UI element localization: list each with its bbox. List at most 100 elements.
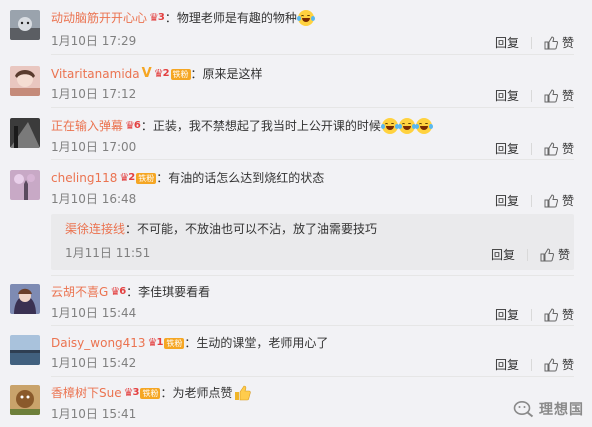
username-link[interactable]: 动动脑筋开开心心 <box>51 10 147 26</box>
like-label: 赞 <box>561 36 574 50</box>
sub-reply-text: ：不可能，不放油也可以不沾，放了油需要技巧 <box>125 222 378 236</box>
like-button[interactable]: 赞 <box>544 192 574 209</box>
vip-badge-icon[interactable]: ♛ 3 <box>149 10 165 26</box>
sub-reply-time: 1月11日 11:51 <box>65 246 151 260</box>
vip-badge-icon[interactable]: ♛ 6 <box>125 118 141 134</box>
username-link[interactable]: Daisy_wong413 <box>51 335 146 351</box>
reply-button[interactable]: 回复 <box>495 194 532 207</box>
thumbs-up-icon <box>540 247 554 261</box>
comment-text: ：有油的话怎么达到烧红的状态 <box>156 171 325 185</box>
avatar[interactable] <box>10 170 40 200</box>
reply-button[interactable]: 回复 <box>495 142 532 155</box>
fan-badge: 铁粉 <box>164 337 185 349</box>
vip-badge-icon[interactable]: ♛ 2 <box>119 170 135 186</box>
thumbs-up-icon <box>544 357 558 371</box>
comment-line: 动动脑筋开开心心 ♛ 3 ：物理老师是有趣的物种 <box>51 10 315 26</box>
comment-actions: 回复 赞 <box>495 34 574 51</box>
like-button[interactable]: 赞 <box>544 306 574 323</box>
thumbs-up-icon <box>544 88 558 102</box>
divider <box>51 107 574 108</box>
divider <box>51 325 574 326</box>
fan-badge: 铁粉 <box>170 68 191 80</box>
comment-text: ：正装，我不禁想起了我当时上公开课的时候 <box>140 119 381 133</box>
username-link[interactable]: cheling118 <box>51 170 117 186</box>
comment-actions: 回复 赞 <box>495 87 574 104</box>
laugh-cry-emoji-icon <box>414 118 433 134</box>
thumbs-up-emoji-icon <box>235 385 252 401</box>
vip-badge-icon[interactable]: ♛ 1 <box>148 335 164 351</box>
like-button[interactable]: 赞 <box>544 140 574 157</box>
comment-line: 正在输入弹幕 ♛ 6 ：正装，我不禁想起了我当时上公开课的时候 <box>51 118 433 134</box>
comment-line: 香樟树下Sue ♛ 3 铁粉 ：为老师点赞 <box>51 385 252 401</box>
like-label: 赞 <box>561 358 574 372</box>
like-label: 赞 <box>561 194 574 208</box>
thumbs-up-icon <box>544 193 558 207</box>
avatar[interactable] <box>10 118 40 148</box>
comment-text: ：物理老师是有趣的物种 <box>164 11 297 25</box>
avatar[interactable] <box>10 10 40 40</box>
vip-badge-icon[interactable]: ♛ 3 <box>124 385 140 401</box>
vip-badge-icon[interactable]: ♛ 6 <box>110 284 126 300</box>
divider <box>51 54 574 55</box>
laugh-cry-emoji-icon <box>380 118 399 134</box>
thumbs-up-icon <box>544 141 558 155</box>
username-link[interactable]: 正在输入弹幕 <box>51 118 123 134</box>
comment-line: Vitaritanamida V ♛ 2 铁粉 ：原来是这样 <box>51 66 263 82</box>
like-label: 赞 <box>561 89 574 103</box>
comment-actions: 回复 赞 <box>495 140 574 157</box>
username-link[interactable]: 云胡不喜G <box>51 284 108 300</box>
sub-reply-box: 渠徐连接线 ：不可能，不放油也可以不沾，放了油需要技巧 1月11日 11:51 … <box>51 214 574 270</box>
comment-line: Daisy_wong413 ♛ 1 铁粉 ：生动的课堂，老师用心了 <box>51 335 328 351</box>
comment-time: 1月10日 17:00 <box>51 140 137 154</box>
comment-actions: 回复 赞 <box>495 306 574 323</box>
avatar[interactable] <box>10 66 40 96</box>
laugh-cry-emoji-icon <box>397 118 416 134</box>
watermark-text: 理想国 <box>539 402 584 418</box>
like-label: 赞 <box>557 248 570 262</box>
sub-reply-button[interactable]: 回复 <box>491 248 528 261</box>
comment-text: ：李佳琪要看看 <box>126 285 211 299</box>
like-label: 赞 <box>561 308 574 322</box>
comment-time: 1月10日 15:44 <box>51 306 137 320</box>
sub-reply-line: 渠徐连接线 ：不可能，不放油也可以不沾，放了油需要技巧 <box>65 221 377 237</box>
comment-text: ：生动的课堂，老师用心了 <box>184 336 329 350</box>
divider <box>51 376 574 377</box>
verified-v-icon: V <box>141 66 152 81</box>
avatar[interactable] <box>10 284 40 314</box>
like-label: 赞 <box>561 142 574 156</box>
sub-like-button[interactable]: 赞 <box>540 246 570 263</box>
watermark: 理想国 <box>513 399 584 419</box>
comment-time: 1月10日 16:48 <box>51 192 137 206</box>
divider <box>51 275 574 276</box>
like-button[interactable]: 赞 <box>544 87 574 104</box>
comment-time: 1月10日 15:42 <box>51 356 137 370</box>
divider <box>51 159 574 160</box>
comment-text: ：为老师点赞 <box>160 386 233 400</box>
avatar[interactable] <box>10 385 40 415</box>
like-button[interactable]: 赞 <box>544 34 574 51</box>
comment-time: 1月10日 15:41 <box>51 407 137 421</box>
reply-button[interactable]: 回复 <box>495 308 532 321</box>
comment-actions: 回复 赞 <box>495 192 574 209</box>
fan-badge: 铁粉 <box>140 387 161 399</box>
comment-time: 1月10日 17:29 <box>51 34 137 48</box>
wechat-search-icon <box>513 401 534 418</box>
thumbs-up-icon <box>544 35 558 49</box>
comment-time: 1月10日 17:12 <box>51 87 137 101</box>
reply-button[interactable]: 回复 <box>495 358 532 371</box>
laugh-cry-emoji-icon <box>296 10 315 26</box>
reply-button[interactable]: 回复 <box>495 36 532 49</box>
thumbs-up-icon <box>544 307 558 321</box>
username-link[interactable]: 香樟树下Sue <box>51 385 122 401</box>
vip-badge-icon[interactable]: ♛ 2 <box>154 66 170 82</box>
username-link[interactable]: Vitaritanamida <box>51 66 140 82</box>
sub-reply-username-link[interactable]: 渠徐连接线 <box>65 221 125 237</box>
reply-button[interactable]: 回复 <box>495 89 532 102</box>
comment-line: cheling118 ♛ 2 铁粉 ：有油的话怎么达到烧红的状态 <box>51 170 324 186</box>
comment-line: 云胡不喜G ♛ 6 ：李佳琪要看看 <box>51 284 210 300</box>
avatar[interactable] <box>10 335 40 365</box>
like-button[interactable]: 赞 <box>544 356 574 373</box>
sub-reply-actions: 回复 赞 <box>491 246 570 263</box>
comment-text: ：原来是这样 <box>190 67 263 81</box>
fan-badge: 铁粉 <box>136 172 157 184</box>
